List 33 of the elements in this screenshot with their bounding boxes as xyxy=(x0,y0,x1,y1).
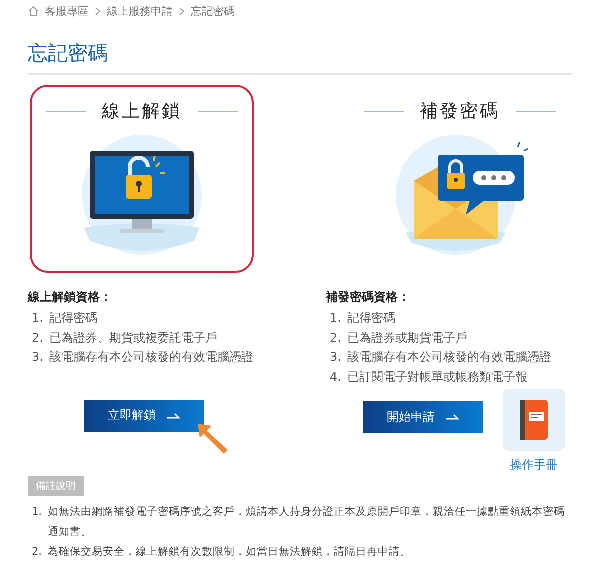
qualification-item: 該電腦存有本公司核發的有效電腦憑證 xyxy=(49,349,254,366)
qualification-item: 記得密碼 xyxy=(347,310,396,327)
action-button[interactable]: 立即解鎖 xyxy=(84,400,204,432)
qualification-item: 已訂閱電子對帳單或帳務類電子報 xyxy=(347,368,528,386)
manual-link[interactable]: 操作手冊 xyxy=(510,457,558,474)
breadcrumb-link[interactable]: 客服專區 xyxy=(45,4,89,18)
item-number: 4. xyxy=(330,368,342,386)
item-number: 2. xyxy=(32,545,42,560)
qualification-title: 補發密碼資格： xyxy=(324,289,411,306)
note-item: 如無法由網路補發電子密碼序號之客戶，煩請本人持身分證正本及原開戶印章，親洽任一據點重領紙本密碼通知書。 xyxy=(48,505,566,540)
item-number: 1. xyxy=(330,310,342,327)
qualification-item: 記得密碼 xyxy=(49,310,98,327)
note-item: 為確保交易安全，線上解鎖有次數限制，如當日無法解鎖，請隔日再申請。 xyxy=(48,545,412,560)
chevron-icon xyxy=(179,6,185,16)
qualification-item: 已為證券、期貨或複委託電子戶 xyxy=(49,330,218,346)
qualification-title: 線上解鎖資格： xyxy=(28,289,113,306)
notes-badge: 備註說明 xyxy=(28,476,84,496)
page-title: 忘記密碼 xyxy=(28,40,572,75)
item-number: 2. xyxy=(330,330,342,346)
item-number: 2. xyxy=(32,330,44,346)
option-heading: 補發密碼 xyxy=(420,100,500,123)
option-heading: 線上解鎖 xyxy=(102,100,182,123)
item-number: 1. xyxy=(32,310,44,327)
item-number: 3. xyxy=(32,349,44,366)
home-icon[interactable] xyxy=(28,6,39,16)
action-button[interactable]: 開始申請 xyxy=(363,401,483,433)
qualification-item: 已為證券或期貨電子戶 xyxy=(347,330,468,346)
chevron-icon xyxy=(95,6,101,16)
item-number: 1. xyxy=(32,505,42,520)
manual-book-icon[interactable] xyxy=(503,389,565,451)
qualification-item: 該電腦存有本公司核發的有效電腦憑證 xyxy=(347,349,552,366)
breadcrumb-link[interactable]: 線上服務申請 xyxy=(107,4,173,18)
item-number: 3. xyxy=(330,349,342,366)
